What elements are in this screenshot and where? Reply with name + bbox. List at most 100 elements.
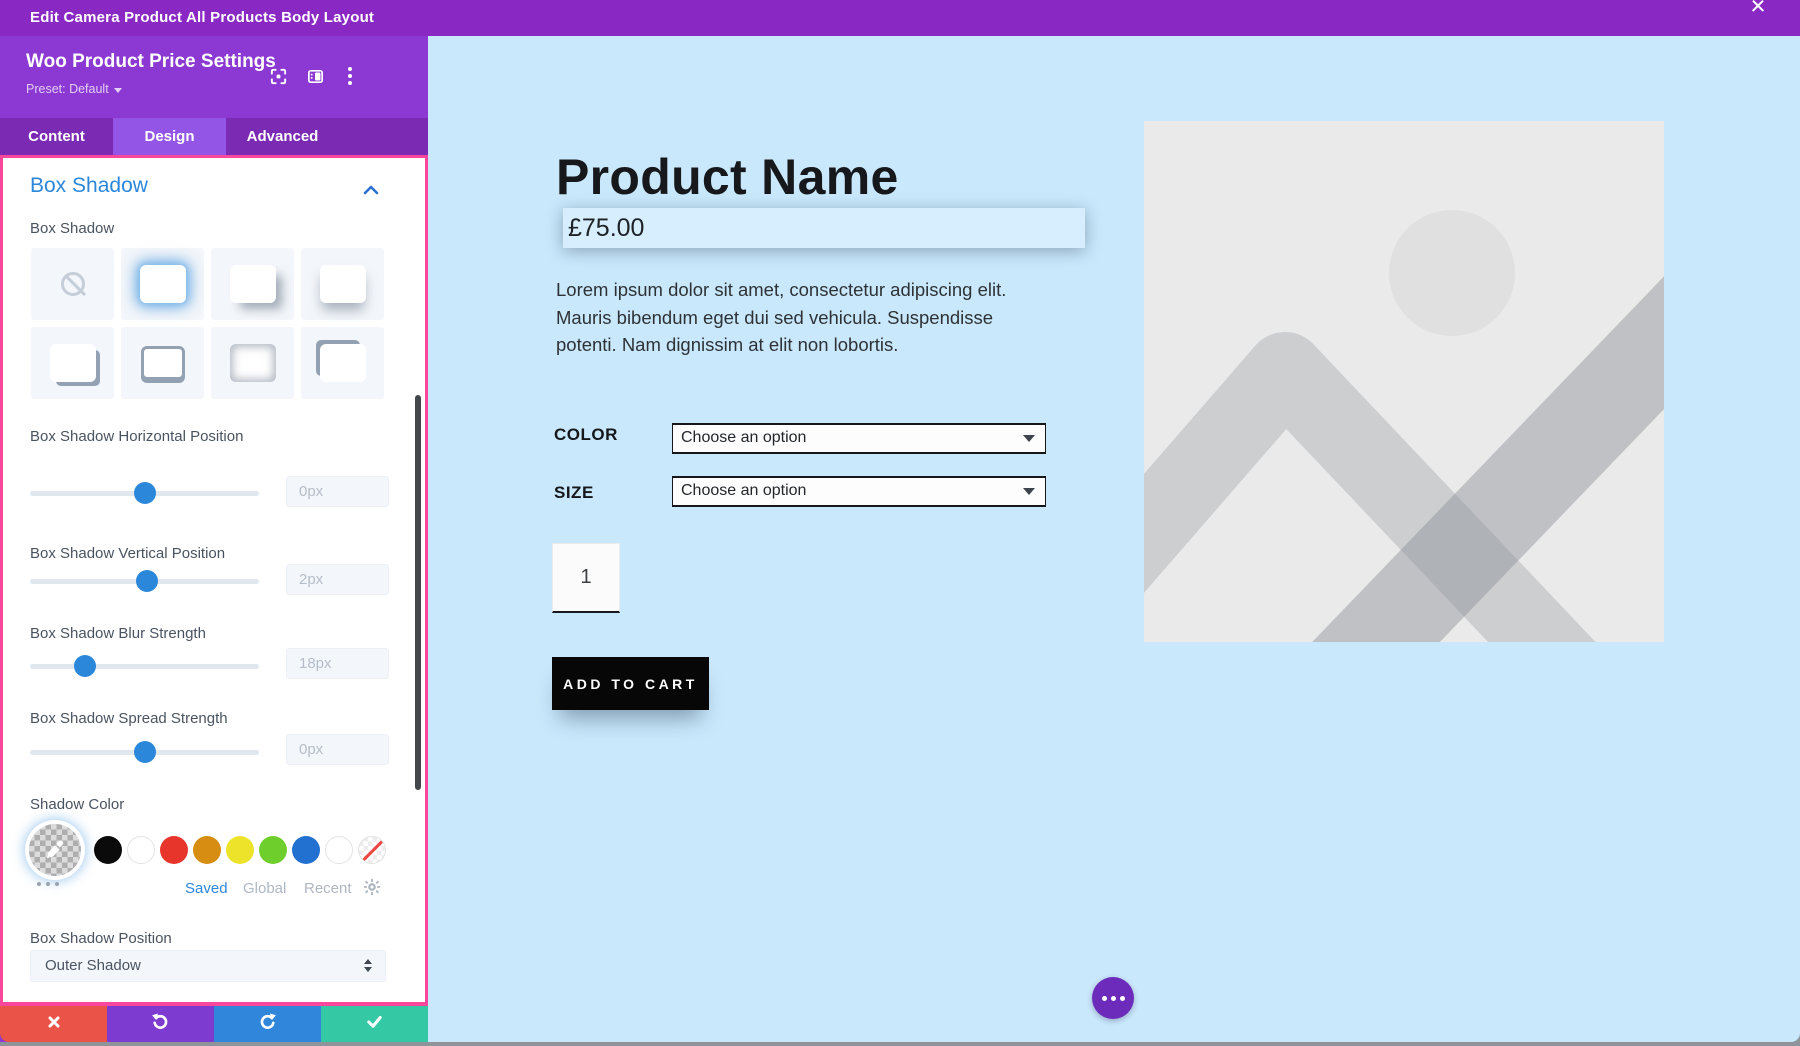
chevron-down-icon	[1023, 488, 1035, 495]
product-price: £75.00	[568, 214, 644, 242]
panel-layout-button[interactable]	[301, 62, 329, 90]
quantity-input[interactable]: 1	[552, 543, 620, 613]
palette-link-recent[interactable]: Recent	[304, 880, 352, 897]
columns-icon	[306, 67, 325, 86]
product-description: Lorem ipsum dolor sit amet, consectetur …	[556, 276, 1008, 359]
color-swatch-red[interactable]	[160, 836, 188, 864]
slider-value-input[interactable]: 0px	[286, 476, 389, 507]
no-shadow-icon	[61, 272, 85, 296]
eyedropper-swatch[interactable]	[29, 824, 81, 876]
palette-link-global[interactable]: Global	[243, 880, 286, 897]
redo-button[interactable]	[214, 1006, 321, 1042]
section-title-box-shadow[interactable]: Box Shadow	[30, 174, 148, 198]
undo-icon	[151, 1012, 170, 1036]
chevron-down-icon	[114, 88, 122, 93]
select-placeholder: Choose an option	[681, 429, 806, 446]
size-attribute-label: SIZE	[554, 483, 594, 503]
slider-thumb[interactable]	[134, 482, 156, 504]
color-swatch-orange[interactable]	[193, 836, 221, 864]
selected-option: Outer Shadow	[45, 957, 141, 974]
shadow-sample	[230, 344, 276, 382]
eyedropper-icon	[44, 839, 66, 861]
product-image-placeholder	[1144, 121, 1664, 642]
box-shadow-field-label: Box Shadow	[30, 218, 114, 239]
box-shadow-position-select[interactable]: Outer Shadow	[30, 950, 386, 982]
product-name-heading: Product Name	[556, 148, 899, 206]
shadow-color-label: Shadow Color	[30, 794, 124, 815]
more-colors-button[interactable]	[37, 882, 59, 886]
divi-builder-window: Edit Camera Product All Products Body La…	[0, 0, 1800, 1046]
color-swatch-black[interactable]	[94, 836, 122, 864]
layout-title: Edit Camera Product All Products Body La…	[30, 9, 374, 26]
slider-label: Box Shadow Vertical Position	[30, 543, 280, 564]
collapse-section-button[interactable]	[363, 182, 379, 200]
focus-icon	[269, 67, 288, 86]
box-shadow-preset-offset-bottom-right[interactable]	[211, 248, 294, 320]
tab-content[interactable]: Content	[0, 118, 113, 155]
shadow-color-swatches	[94, 836, 386, 864]
size-attribute-select[interactable]: Choose an option	[672, 476, 1046, 507]
undo-button[interactable]	[107, 1006, 214, 1042]
box-shadow-preset-none[interactable]	[31, 248, 114, 320]
chevron-up-icon	[363, 185, 379, 195]
color-attribute-select[interactable]: Choose an option	[672, 423, 1046, 454]
slider-track[interactable]	[30, 664, 259, 669]
color-swatch-white[interactable]	[127, 836, 155, 864]
color-swatch-blue[interactable]	[292, 836, 320, 864]
close-builder-button[interactable]	[1758, 6, 1782, 30]
gear-icon	[363, 878, 381, 896]
shadow-sample	[141, 346, 185, 380]
panel-scrollbar[interactable]	[415, 395, 421, 790]
palette-link-saved[interactable]: Saved	[185, 880, 228, 897]
panel-title: Woo Product Price Settings	[26, 51, 276, 73]
focus-mode-button[interactable]	[264, 62, 292, 90]
product-price-module[interactable]: £75.00	[563, 208, 1085, 248]
shadow-sample	[140, 265, 186, 303]
box-shadow-preset-hard-top-left[interactable]	[301, 327, 384, 399]
color-attribute-label: COLOR	[554, 425, 618, 445]
select-arrows-icon	[364, 959, 372, 972]
slider-thumb[interactable]	[74, 655, 96, 677]
shadow-sample	[50, 344, 96, 382]
chevron-down-icon	[1023, 435, 1035, 442]
box-shadow-preset-grid	[31, 248, 384, 399]
section-menu-button[interactable]	[401, 182, 413, 202]
box-shadow-preset-ring[interactable]	[121, 327, 204, 399]
box-shadow-preset-hard-bottom-right[interactable]	[31, 327, 114, 399]
color-swatch-transparent[interactable]	[358, 836, 386, 864]
slider-value-input[interactable]: 0px	[286, 734, 389, 765]
tab-design[interactable]: Design	[113, 118, 226, 155]
image-placeholder-art	[1144, 121, 1664, 642]
color-settings-button[interactable]	[363, 878, 381, 901]
kebab-icon	[348, 67, 352, 71]
save-button[interactable]	[321, 1006, 428, 1042]
color-swatch-white-2[interactable]	[325, 836, 353, 864]
slider-value-input[interactable]: 2px	[286, 564, 389, 595]
color-swatch-green[interactable]	[259, 836, 287, 864]
shadow-sample	[320, 265, 366, 303]
box-shadow-preset-bottom[interactable]	[301, 248, 384, 320]
panel-footer-actions	[0, 1006, 428, 1042]
x-icon	[45, 1013, 63, 1036]
box-shadow-preset-inset[interactable]	[211, 327, 294, 399]
panel-menu-button[interactable]	[336, 62, 364, 90]
settings-panel: Woo Product Price Settings Preset: Defau…	[0, 36, 428, 1042]
slider-label: Box Shadow Horizontal Position	[30, 426, 280, 447]
box-shadow-preset-glow-selected[interactable]	[121, 248, 204, 320]
slider-thumb[interactable]	[136, 570, 158, 592]
color-swatch-yellow[interactable]	[226, 836, 254, 864]
settings-tabs: ContentDesignAdvanced	[0, 118, 428, 155]
discard-button[interactable]	[0, 1006, 107, 1042]
page-preview: Product Name £75.00 Lorem ipsum dolor si…	[428, 36, 1800, 1042]
tab-advanced[interactable]: Advanced	[226, 118, 339, 155]
select-placeholder: Choose an option	[681, 482, 806, 499]
preset-selector[interactable]: Preset: Default	[26, 82, 122, 96]
slider-label: Box Shadow Spread Strength	[30, 708, 280, 729]
slider-value-input[interactable]: 18px	[286, 648, 389, 679]
add-to-cart-button[interactable]: ADD TO CART	[552, 657, 709, 710]
slider-thumb[interactable]	[134, 741, 156, 763]
page-settings-fab[interactable]	[1092, 977, 1134, 1019]
shadow-sample	[230, 265, 276, 303]
builder-topbar: Edit Camera Product All Products Body La…	[0, 0, 1800, 36]
design-tab-content: Box Shadow Box Shadow Box Shadow Horizon…	[0, 155, 428, 1006]
